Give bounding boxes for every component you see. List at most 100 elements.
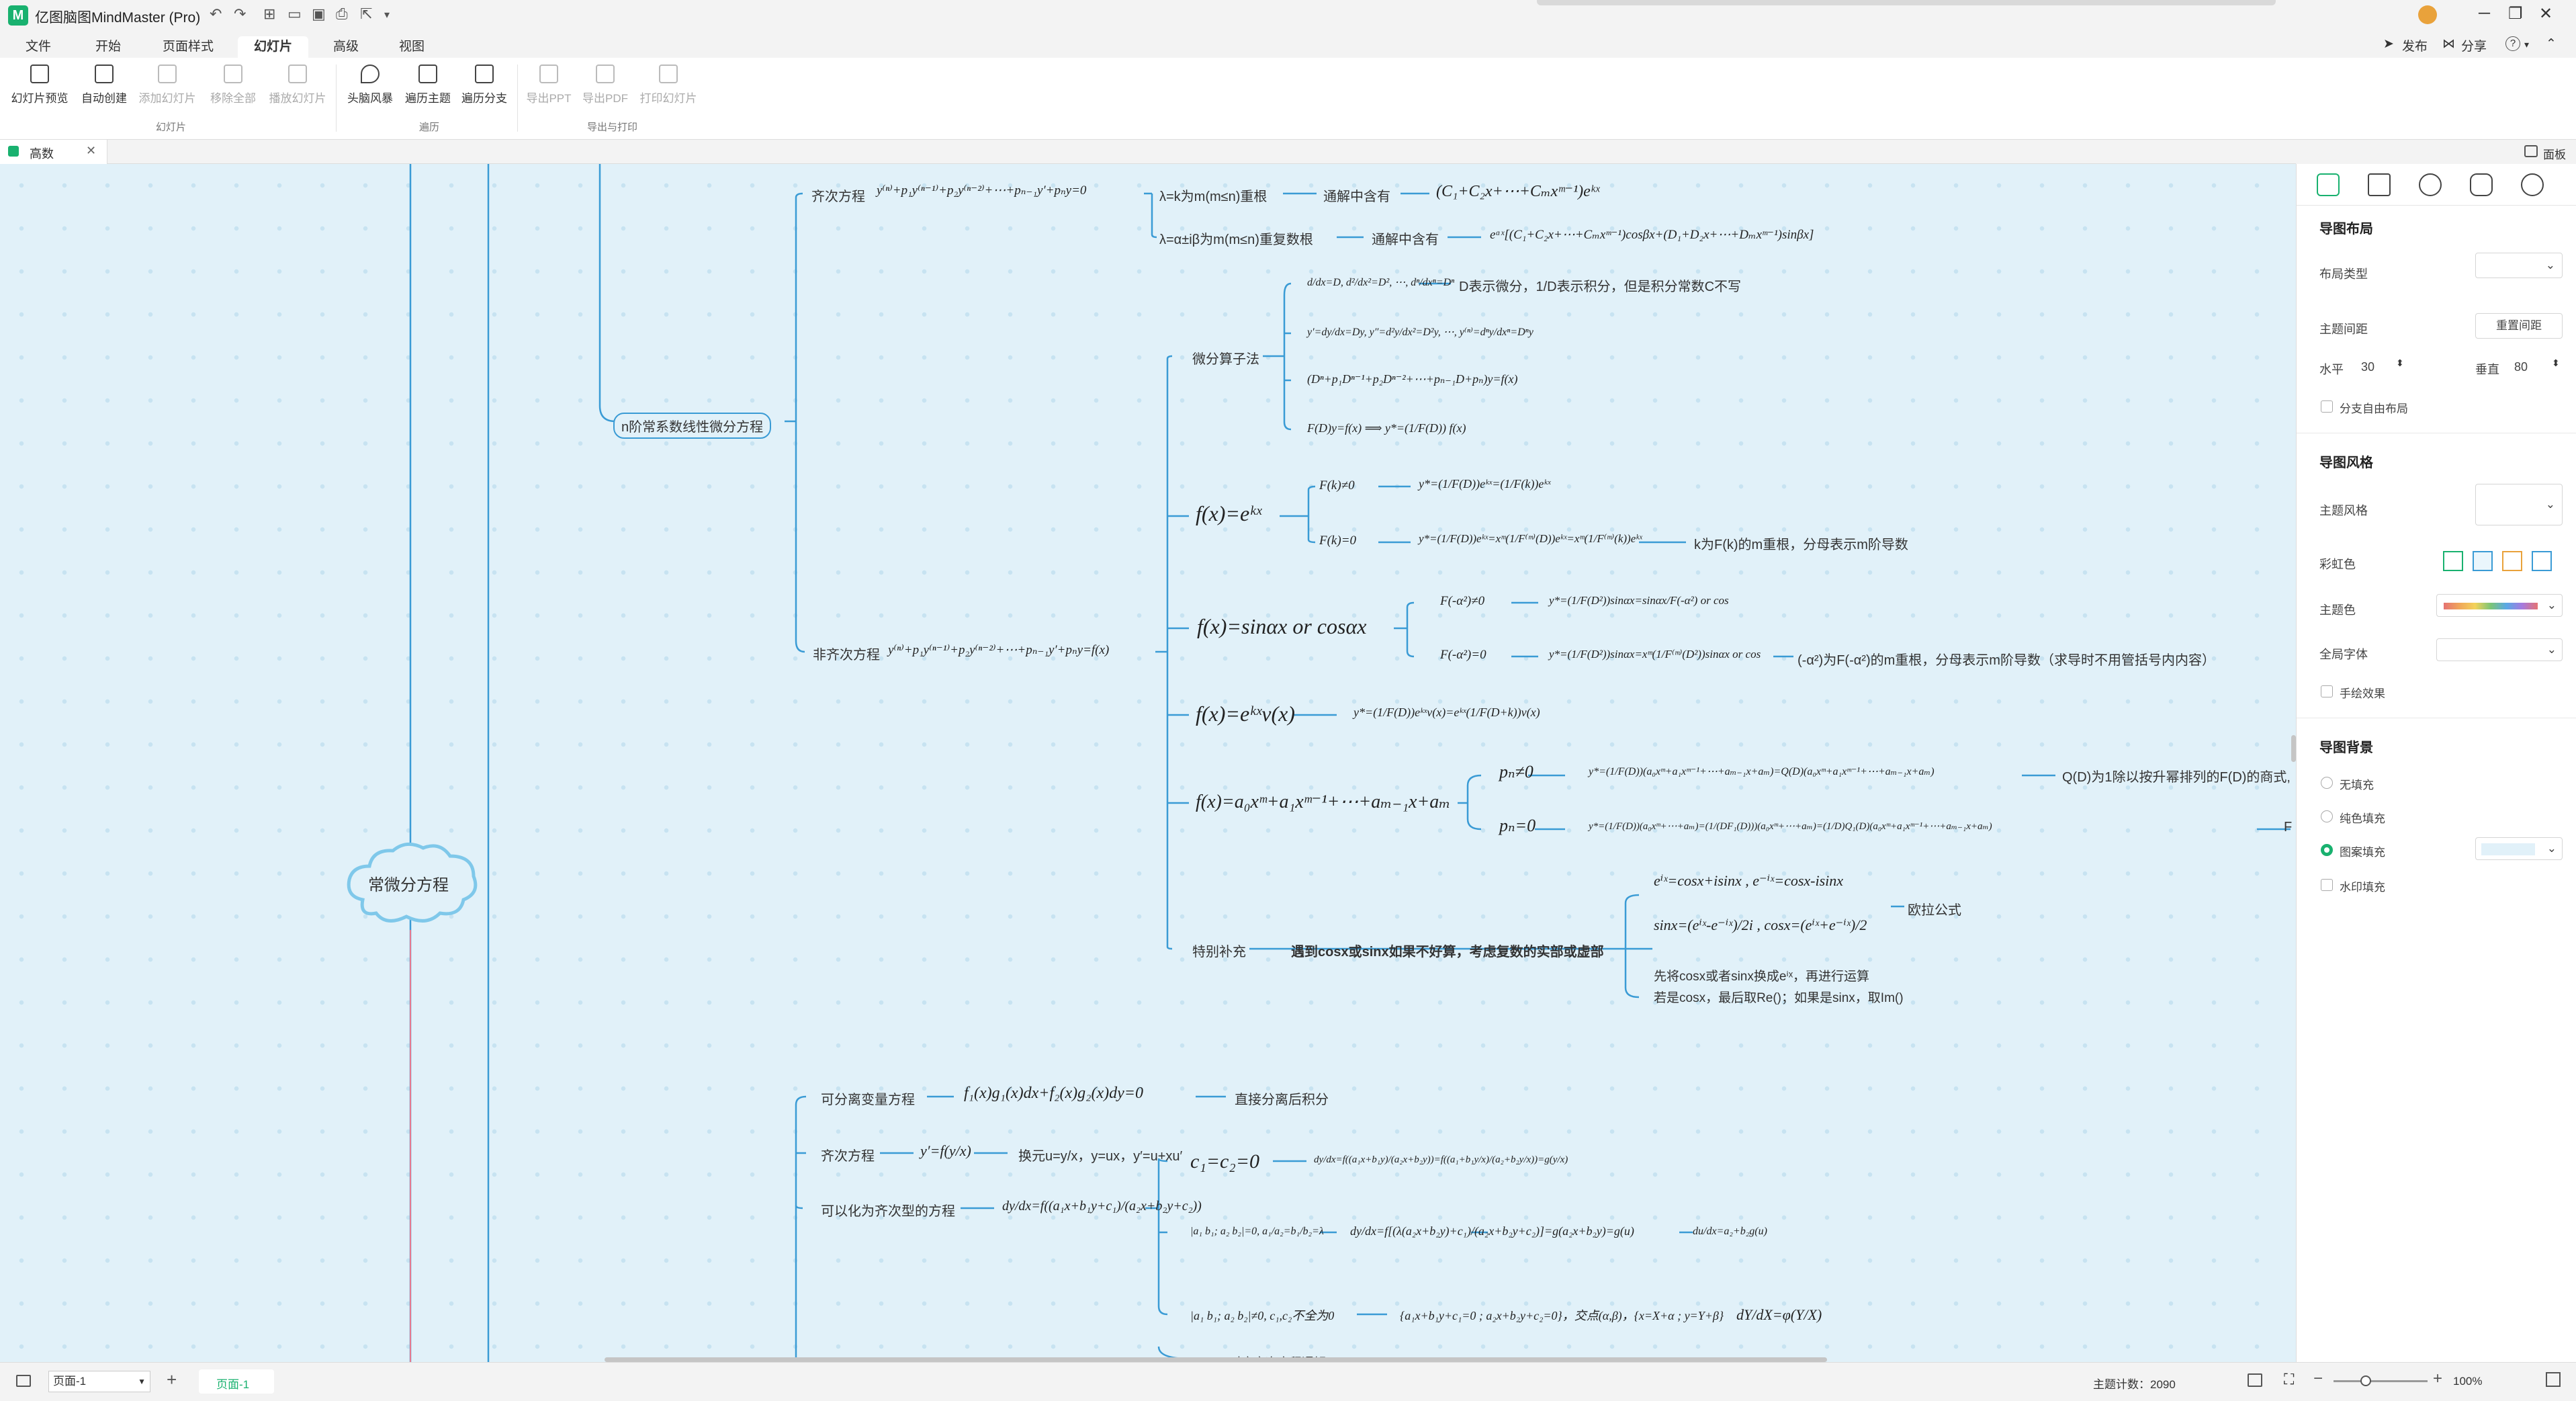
tab-advanced[interactable]: 高级 <box>317 36 375 54</box>
redo-icon[interactable]: ↷ <box>234 5 246 23</box>
topic-n-order-linear[interactable]: n阶常系数线性微分方程 <box>613 413 772 439</box>
export-ppt-button[interactable]: 导出PPT <box>519 65 579 105</box>
solution-pn-zero[interactable]: y*=(1/F(D))(a₀xᵐ+⋯+aₘ)=(1/(DF₁(D)))(a₀xᵐ… <box>1589 820 1992 833</box>
label-general-has[interactable]: 通解中含有 <box>1323 185 1390 205</box>
horizontal-scrollbar[interactable] <box>605 1357 1827 1362</box>
export-pdf-button[interactable]: 导出PDF <box>575 65 635 105</box>
save-icon[interactable]: ▣ <box>312 5 326 23</box>
layout-type-select[interactable]: ⌄ <box>2475 253 2563 278</box>
solution-c-zero[interactable]: dy/dx=f((a₁x+b₁y)/(a₂x+b₂y))=f((a₁+b₁y/x… <box>1314 1154 1568 1166</box>
solution-fk-zero[interactable]: y*=(1/F(D))eᵏˣ=xᵐ(1/F⁽ᵐ⁾(D))eᵏˣ=xᵐ(1/F⁽ᵐ… <box>1419 532 1642 546</box>
bg-none-radio[interactable] <box>2321 777 2333 789</box>
fit-page-icon[interactable] <box>2248 1373 2262 1387</box>
minimize-icon[interactable]: ─ <box>2479 4 2490 23</box>
solution-complex-root[interactable]: eᵅˣ[(C₁+C₂x+⋯+Cₘxᵐ⁻¹)cosβx+(D₁+D₂x+⋯+Dₘx… <box>1490 227 1814 243</box>
topic-homogeneous[interactable]: 齐次方程 <box>811 185 865 205</box>
case-fk-zero[interactable]: F(k)=0 <box>1319 534 1356 548</box>
tab-slides[interactable]: 幻灯片 <box>238 36 309 58</box>
history-tab-icon[interactable] <box>2521 173 2544 196</box>
panel-toggle-label[interactable]: 面板 <box>2543 145 2566 162</box>
homogeneous-first-note[interactable]: 换元u=y/x，y=ux，y′=u+xu′ <box>1018 1145 1182 1164</box>
bg-pattern-radio[interactable] <box>2321 844 2333 856</box>
help-dropdown-icon[interactable]: ▾ <box>2524 39 2529 50</box>
reducible-equation[interactable]: dy/dx=f((a₁x+b₁y+c₁)/(a₂x+b₂y+c₂)) <box>1002 1199 1202 1214</box>
bg-solid-radio[interactable] <box>2321 810 2333 822</box>
sidebar-toggle-icon[interactable] <box>16 1375 31 1387</box>
ai-style-tab-icon[interactable] <box>2368 173 2391 196</box>
topic-real-root[interactable]: λ=k为m(m≤n)重根 <box>1159 185 1267 205</box>
share-button[interactable]: 分享 <box>2461 36 2487 54</box>
export-icon[interactable]: ⇱ <box>360 5 372 23</box>
nonhomogeneous-equation[interactable]: y⁽ⁿ⁾+p₁y⁽ⁿ⁻¹⁾+p₂y⁽ⁿ⁻²⁾+⋯+pₙ₋₁y′+pₙy=f(x) <box>888 642 1109 658</box>
topic-f-exp-v[interactable]: f(x)=eᵏˣv(x) <box>1196 702 1295 726</box>
page-tab[interactable]: 页面-1 <box>199 1369 274 1394</box>
quick-access-dropdown-icon[interactable]: ▾ <box>384 8 390 22</box>
mindmap-canvas[interactable]: 常微分方程 n阶常系数线性微分方程 齐次方程 y⁽ⁿ⁾+p₁y⁽ⁿ⁻¹⁾+p₂y… <box>0 164 2296 1362</box>
solution-det-nonzero[interactable]: dY/dX=φ(Y/X) <box>1736 1306 1822 1324</box>
euler-formula-2[interactable]: sinx=(eⁱˣ-e⁻ⁱˣ)/2i , cosx=(eⁱˣ+e⁻ⁱˣ)/2 <box>1654 917 1867 934</box>
topic-homogeneous-first[interactable]: 齐次方程 <box>821 1145 875 1164</box>
case-fk-nonzero[interactable]: F(k)≠0 <box>1319 478 1355 493</box>
operator-solution[interactable]: F(D)y=f(x) ⟹ y*=(1/F(D)) f(x) <box>1307 421 1466 435</box>
collapse-ribbon-icon[interactable]: ⌃ <box>2546 36 2557 52</box>
fullscreen-icon[interactable]: ⛶ <box>2284 1371 2294 1388</box>
page-select[interactable]: 页面-1 ▼ <box>48 1371 150 1392</box>
maximize-icon[interactable]: ❐ <box>2508 4 2523 24</box>
case-c-zero[interactable]: c₁=c₂=0 <box>1190 1150 1259 1173</box>
marker-tab-icon[interactable] <box>2419 173 2442 196</box>
separable-note[interactable]: 直接分离后积分 <box>1235 1089 1329 1108</box>
print-icon[interactable]: ⎙ <box>336 5 348 23</box>
slide-preview-button[interactable]: 幻灯片预览 <box>9 65 70 105</box>
euler-formula-1[interactable]: eⁱˣ=cosx+isinx , e⁻ⁱˣ=cosx-isinx <box>1654 872 1843 890</box>
solution-pn-nonzero[interactable]: y*=(1/F(D))(a₀xᵐ+a₁xᵐ⁻¹+⋯+aₘ₋₁x+aₘ)=Q(D)… <box>1589 765 1935 778</box>
horizontal-spinner[interactable]: 30 <box>2361 360 2374 374</box>
brainstorm-button[interactable]: 头脑风暴 <box>340 65 400 105</box>
special-step-a[interactable]: 先将cosx或者sinx换成eⁱˣ，再进行运算 <box>1654 966 1869 984</box>
avatar[interactable] <box>2418 5 2437 24</box>
note-pn-zero[interactable]: F <box>2284 820 2292 835</box>
zoom-out-icon[interactable]: − <box>2313 1369 2323 1388</box>
traverse-branch-button[interactable]: 遍历分支 <box>454 65 515 105</box>
reset-spacing-button[interactable]: 重置间距 <box>2475 313 2563 339</box>
close-tab-icon[interactable]: ✕ <box>86 144 96 158</box>
homogeneous-equation[interactable]: y⁽ⁿ⁾+p₁y⁽ⁿ⁻¹⁾+p₂y⁽ⁿ⁻²⁾+⋯+pₙ₋₁y′+pₙy=0 <box>877 183 1086 198</box>
note-fk-zero[interactable]: k为F(k)的m重根，分母表示m阶导数 <box>1694 534 1908 553</box>
separable-equation[interactable]: f₁(x)g₁(x)dx+f₂(x)g₂(x)dy=0 <box>964 1085 1143 1103</box>
label-general-has-2[interactable]: 通解中含有 <box>1372 228 1439 248</box>
solution-det-zero-2[interactable]: du/dx=a₂+b₂g(u) <box>1693 1226 1767 1238</box>
rainbow-option-4[interactable] <box>2532 551 2552 571</box>
free-layout-checkbox[interactable] <box>2321 400 2333 413</box>
rainbow-option-2[interactable] <box>2473 551 2493 571</box>
document-tab[interactable]: 高数 ✕ <box>0 140 107 164</box>
topic-f-poly[interactable]: f(x)=a₀xᵐ+a₁xᵐ⁻¹+⋯+aₘ₋₁x+aₘ <box>1196 790 1450 813</box>
undo-icon[interactable]: ↶ <box>210 5 222 23</box>
solution-real-root[interactable]: (C₁+C₂x+⋯+Cₘxᵐ⁻¹)eᵏˣ <box>1436 181 1599 201</box>
vertical-spinner[interactable]: 80 <box>2514 360 2528 374</box>
solution-f-exp-v[interactable]: y*=(1/F(D))eᵏˣv(x)=eᵏˣ(1/F(D+k))v(x) <box>1353 706 1540 720</box>
share-icon[interactable]: ⋈ <box>2442 36 2455 52</box>
homogeneous-first-equation[interactable]: y′=f(y/x) <box>920 1142 971 1160</box>
case-det-zero[interactable]: |a₁ b₁; a₂ b₂|=0, a₁/a₂=b₁/b₂=λ <box>1190 1226 1324 1238</box>
note-falpha-zero[interactable]: (-α²)为F(-α²)的m重根，分母表示m阶导数（求导时不用管括号内内容） <box>1797 649 2215 669</box>
zoom-slider[interactable] <box>2334 1375 2428 1386</box>
add-page-icon[interactable]: + <box>167 1369 177 1390</box>
zoom-slider-thumb[interactable] <box>2360 1375 2371 1386</box>
pattern-picker[interactable]: ⌄ <box>2475 837 2563 860</box>
case-det-nonzero[interactable]: |a₁ b₁; a₂ b₂|≠0, c₁,c₂不全为0 <box>1190 1306 1334 1324</box>
operator-note[interactable]: D表示微分，1/D表示积分，但是积分常数C不写 <box>1459 275 1741 295</box>
case-falpha-nonzero[interactable]: F(-α²)≠0 <box>1440 594 1484 609</box>
solution-falpha-nonzero[interactable]: y*=(1/F(D²))sinαx=sinαx/F(-α²) or cos <box>1549 594 1729 607</box>
tab-page-style[interactable]: 页面样式 <box>146 36 230 54</box>
spinner-arrows-icon[interactable]: ⬍ <box>2396 357 2404 369</box>
tab-start[interactable]: 开始 <box>79 36 137 54</box>
topic-nonhomogeneous[interactable]: 非齐次方程 <box>813 644 880 663</box>
zoom-level[interactable]: 100% <box>2453 1375 2482 1388</box>
topic-special[interactable]: 特别补充 <box>1192 941 1246 960</box>
auto-create-button[interactable]: 自动创建 <box>74 65 134 105</box>
topic-f-trig[interactable]: f(x)=sinαx or cosαx <box>1197 614 1366 639</box>
tab-file[interactable]: 文件 <box>9 36 67 54</box>
topic-operator-method[interactable]: 微分算子法 <box>1192 348 1259 368</box>
open-file-icon[interactable]: ▭ <box>287 5 302 23</box>
note-pn-nonzero[interactable]: Q(D)为1除以按升幂排列的F(D)的商式, <box>2062 766 2291 786</box>
tab-view[interactable]: 视图 <box>383 36 441 54</box>
